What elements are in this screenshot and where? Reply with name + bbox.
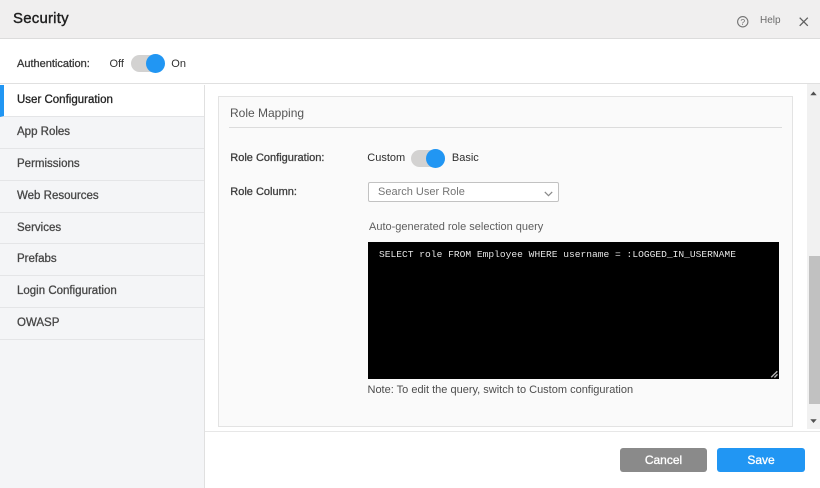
svg-text:?: ?: [740, 17, 745, 27]
